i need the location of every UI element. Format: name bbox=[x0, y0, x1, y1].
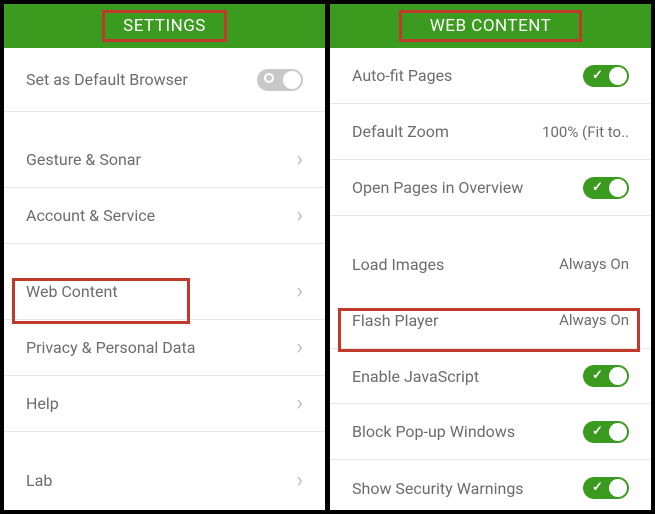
row-value: Always On bbox=[559, 255, 629, 273]
toggle-block-popups[interactable]: ✓ bbox=[583, 421, 629, 443]
toggle-autofit[interactable]: ✓ bbox=[583, 65, 629, 87]
web-content-title-highlight: WEB CONTENT bbox=[399, 10, 583, 42]
chevron-right-icon: › bbox=[296, 391, 303, 416]
row-default-zoom[interactable]: Default Zoom 100% (Fit to.. bbox=[330, 104, 651, 160]
check-icon: ✓ bbox=[592, 368, 603, 383]
check-icon: ✓ bbox=[592, 180, 603, 195]
row-load-images[interactable]: Load Images Always On bbox=[330, 236, 651, 292]
toggle-javascript[interactable]: ✓ bbox=[583, 365, 629, 387]
toggle-knob-icon bbox=[609, 479, 627, 497]
row-lab[interactable]: Lab › bbox=[4, 452, 325, 508]
row-label: Flash Player bbox=[352, 311, 438, 330]
screenshot-container: SETTINGS Set as Default Browser Gesture … bbox=[0, 0, 655, 514]
row-label: Default Zoom bbox=[352, 122, 449, 141]
chevron-right-icon: › bbox=[296, 335, 303, 360]
row-label: Block Pop-up Windows bbox=[352, 422, 515, 441]
toggle-knob-icon bbox=[609, 179, 627, 197]
row-default-browser[interactable]: Set as Default Browser bbox=[4, 48, 325, 112]
row-enable-javascript[interactable]: Enable JavaScript ✓ bbox=[330, 348, 651, 404]
row-value: Always On bbox=[559, 311, 629, 329]
row-label: Enable JavaScript bbox=[352, 367, 479, 386]
toggle-knob-icon bbox=[609, 367, 627, 385]
toggle-security-warnings[interactable]: ✓ bbox=[583, 477, 629, 499]
row-block-popups[interactable]: Block Pop-up Windows ✓ bbox=[330, 404, 651, 460]
row-label: Open Pages in Overview bbox=[352, 178, 523, 197]
toggle-overview[interactable]: ✓ bbox=[583, 177, 629, 199]
chevron-right-icon: › bbox=[296, 147, 303, 172]
check-icon: ✓ bbox=[592, 424, 603, 439]
row-help[interactable]: Help › bbox=[4, 376, 325, 432]
row-value: 100% (Fit to.. bbox=[542, 123, 629, 141]
toggle-knob-icon bbox=[283, 71, 301, 89]
row-account-service[interactable]: Account & Service › bbox=[4, 188, 325, 244]
settings-title: SETTINGS bbox=[123, 16, 206, 36]
row-open-pages-overview[interactable]: Open Pages in Overview ✓ bbox=[330, 160, 651, 216]
row-gesture-sonar[interactable]: Gesture & Sonar › bbox=[4, 132, 325, 188]
row-label: Privacy & Personal Data bbox=[26, 338, 195, 357]
toggle-off-indicator-icon bbox=[264, 73, 274, 83]
row-label: Auto-fit Pages bbox=[352, 66, 452, 85]
web-content-title: WEB CONTENT bbox=[430, 16, 552, 36]
chevron-right-icon: › bbox=[296, 203, 303, 228]
chevron-right-icon: › bbox=[296, 279, 303, 304]
check-icon: ✓ bbox=[592, 68, 603, 83]
row-show-security-warnings[interactable]: Show Security Warnings ✓ bbox=[330, 460, 651, 510]
row-flash-player[interactable]: Flash Player Always On bbox=[330, 292, 651, 348]
row-label: Show Security Warnings bbox=[352, 479, 524, 498]
row-label: Set as Default Browser bbox=[26, 70, 188, 89]
toggle-knob-icon bbox=[609, 67, 627, 85]
settings-list: Set as Default Browser Gesture & Sonar ›… bbox=[4, 48, 325, 510]
web-content-pane: WEB CONTENT Auto-fit Pages ✓ Default Zoo… bbox=[330, 4, 651, 510]
row-label: Help bbox=[26, 394, 59, 413]
chevron-right-icon: › bbox=[296, 468, 303, 493]
row-label: Lab bbox=[26, 471, 52, 490]
toggle-default-browser[interactable] bbox=[257, 69, 303, 91]
toggle-knob-icon bbox=[609, 423, 627, 441]
web-content-header: WEB CONTENT bbox=[330, 4, 651, 48]
row-label: Web Content bbox=[26, 282, 118, 301]
check-icon: ✓ bbox=[592, 480, 603, 495]
settings-header: SETTINGS bbox=[4, 4, 325, 48]
web-content-list: Auto-fit Pages ✓ Default Zoom 100% (Fit … bbox=[330, 48, 651, 510]
row-label: Load Images bbox=[352, 255, 444, 274]
row-autofit-pages[interactable]: Auto-fit Pages ✓ bbox=[330, 48, 651, 104]
settings-pane: SETTINGS Set as Default Browser Gesture … bbox=[4, 4, 325, 510]
row-label: Gesture & Sonar bbox=[26, 150, 141, 169]
row-web-content[interactable]: Web Content › bbox=[4, 264, 325, 320]
row-privacy-personal-data[interactable]: Privacy & Personal Data › bbox=[4, 320, 325, 376]
row-label: Account & Service bbox=[26, 206, 155, 225]
settings-title-highlight: SETTINGS bbox=[102, 10, 227, 42]
